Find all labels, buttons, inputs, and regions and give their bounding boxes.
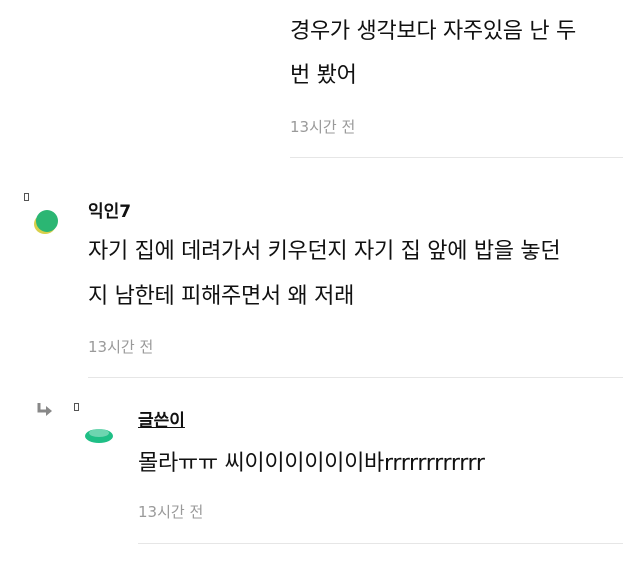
avatar[interactable] [33, 206, 59, 236]
comment-2-timestamp: 13시간 전 [88, 338, 154, 356]
avatar-blob-icon [85, 429, 113, 443]
reply-arrow-icon [36, 402, 54, 418]
comment-2-line-1: 자기 집에 데려가서 키우던지 자기 집 앞에 밥을 놓던 [88, 239, 561, 264]
comment-3-timestamp: 13시간 전 [138, 503, 204, 521]
small-square-marker-icon [24, 193, 29, 201]
avatar[interactable] [84, 424, 114, 446]
author-name[interactable]: 글쓴이 [138, 406, 185, 431]
author-name[interactable]: 익인7 [88, 197, 131, 222]
small-square-marker-icon [74, 403, 79, 411]
comment-1-divider [290, 157, 623, 158]
comment-3-line-1: 몰라ㅠㅠ 씨이이이이이이바rrrrrrrrrrrr [138, 451, 485, 476]
comment-2-divider [88, 377, 623, 378]
comment-1-line-2: 번 봤어 [290, 63, 357, 88]
comment-1-line-1: 경우가 생각보다 자주있음 난 두 [290, 19, 576, 44]
avatar-blob-icon [34, 210, 58, 234]
comment-2-line-2: 지 남한테 피해주면서 왜 저래 [88, 284, 355, 309]
comment-1-timestamp: 13시간 전 [290, 118, 356, 136]
comment-3-divider [138, 543, 623, 544]
